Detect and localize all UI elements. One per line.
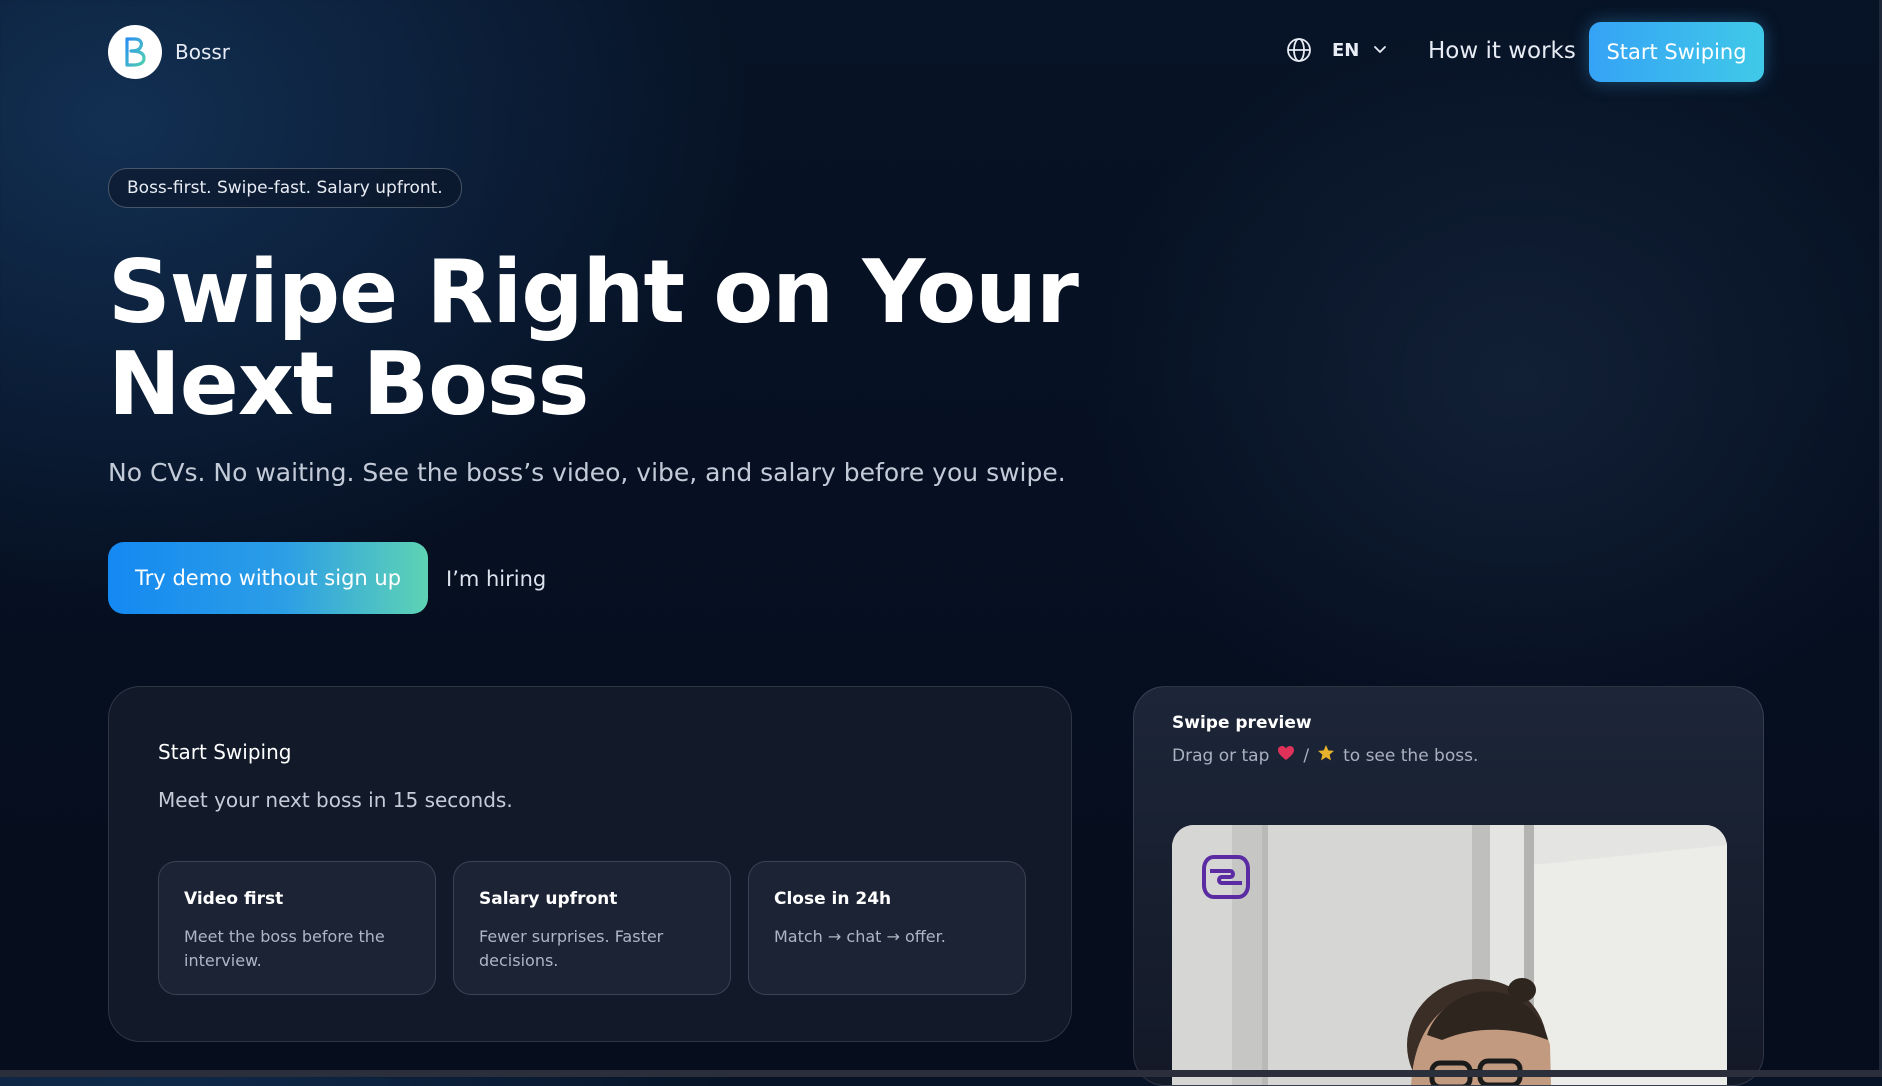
feature-card-salary-upfront: Salary upfront Fewer surprises. Faster d… (453, 861, 731, 995)
hint-suffix: to see the boss. (1343, 745, 1479, 766)
brand-logo-link[interactable]: Bossr (108, 25, 230, 79)
how-it-works-link[interactable]: How it works (1428, 38, 1576, 64)
window-bottom-edge (0, 1070, 1882, 1077)
card-title: Start Swiping (158, 740, 292, 764)
star-icon (1317, 744, 1335, 767)
feature-description: Fewer surprises. Faster decisions. (479, 927, 664, 970)
hero-title: Swipe Right on Your Next Boss (108, 241, 1079, 435)
language-code: EN (1332, 39, 1360, 61)
globe-icon (1287, 38, 1311, 62)
feature-title: Close in 24h (774, 889, 892, 909)
boss-photo (1172, 825, 1727, 1085)
try-demo-button[interactable]: Try demo without sign up (108, 542, 428, 614)
boss-video-preview[interactable] (1172, 825, 1727, 1085)
preview-title: Swipe preview (1172, 713, 1312, 733)
tagline-pill: Boss-first. Swipe-fast. Salary upfront. (108, 168, 462, 208)
company-logo-icon (1200, 851, 1252, 907)
feature-description: Meet the boss before the interview. (184, 927, 385, 970)
feature-description: Match → chat → offer. (774, 927, 946, 946)
feature-card-video-first: Video first Meet the boss before the int… (158, 861, 436, 995)
hero-subtitle: No CVs. No waiting. See the boss’s video… (108, 458, 1066, 487)
swipe-preview-card: Swipe preview Drag or tap / to see the b… (1133, 686, 1764, 1086)
hint-prefix: Drag or tap (1172, 745, 1270, 766)
brand-name: Bossr (175, 40, 231, 64)
bossr-logo-icon (108, 25, 162, 79)
feature-title: Salary upfront (479, 889, 618, 909)
preview-hint: Drag or tap / to see the boss. (1172, 744, 1478, 767)
hint-separator: / (1303, 745, 1310, 766)
chevron-down-icon (1374, 46, 1387, 53)
start-swiping-header-button[interactable]: Start Swiping (1589, 22, 1764, 82)
feature-title: Video first (184, 889, 284, 909)
im-hiring-link[interactable]: I’m hiring (446, 567, 546, 591)
card-subtitle: Meet your next boss in 15 seconds. (158, 788, 513, 812)
start-swiping-card: Start Swiping Meet your next boss in 15 … (108, 686, 1072, 1042)
heart-icon (1277, 745, 1295, 766)
language-selector[interactable]: EN (1286, 37, 1387, 63)
feature-card-close-in-24h: Close in 24h Match → chat → offer. (748, 861, 1026, 995)
